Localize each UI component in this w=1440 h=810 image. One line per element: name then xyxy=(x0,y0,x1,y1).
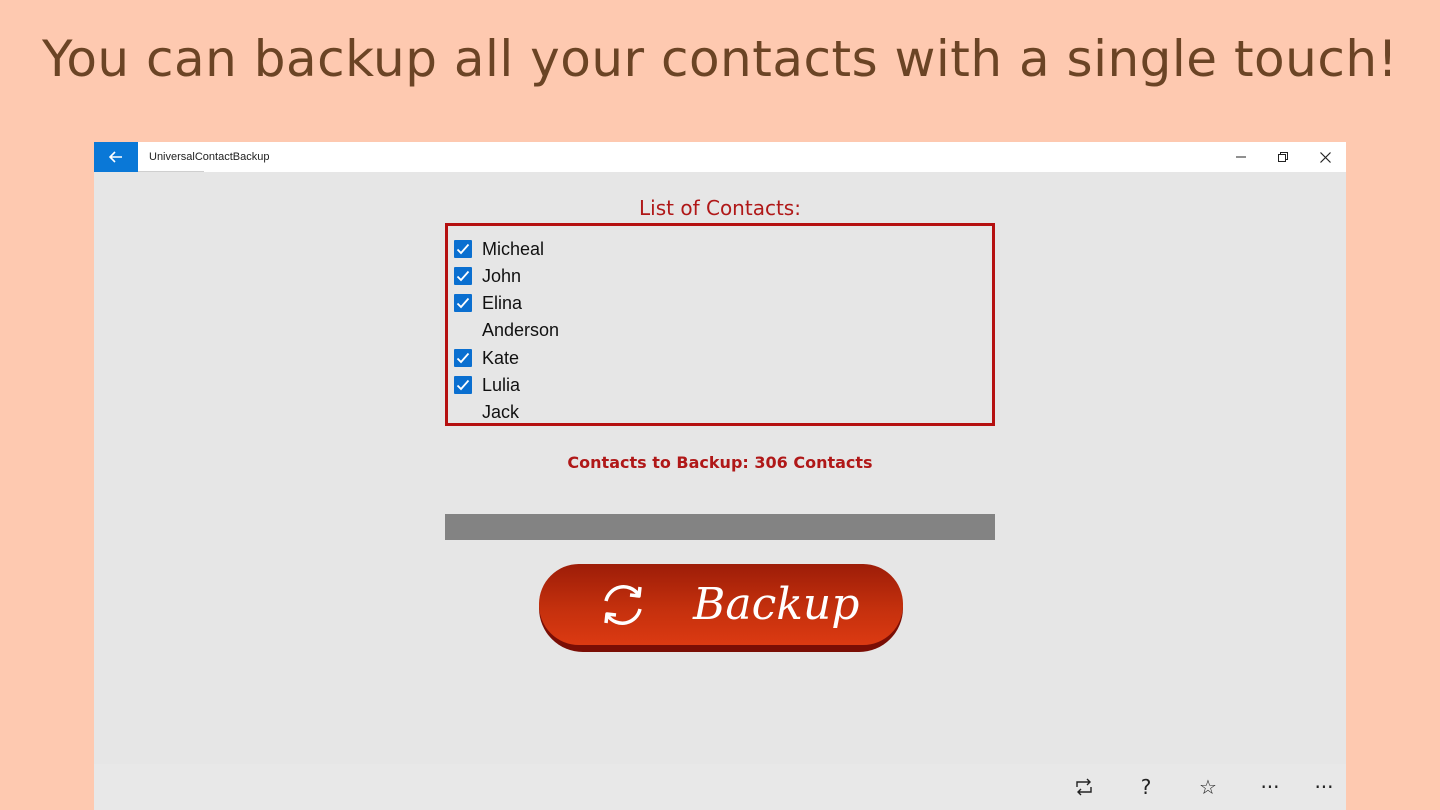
close-button[interactable] xyxy=(1304,142,1346,172)
sync-icon xyxy=(604,584,642,625)
contact-checkbox[interactable] xyxy=(454,240,472,258)
contact-item[interactable]: Lulia xyxy=(454,374,520,396)
contact-checkbox[interactable] xyxy=(454,349,472,367)
contact-item[interactable]: Kate xyxy=(454,347,519,369)
backup-count: Contacts to Backup: 306 Contacts xyxy=(567,453,873,472)
minimize-icon xyxy=(1236,156,1246,158)
contact-checkbox[interactable] xyxy=(454,376,472,394)
star-icon[interactable]: ☆ xyxy=(1178,764,1238,810)
contact-item[interactable]: Jack xyxy=(454,401,519,423)
overflow-icon[interactable]: ··· xyxy=(1294,764,1354,810)
close-icon xyxy=(1319,151,1331,163)
contact-name: Micheal xyxy=(482,238,545,259)
help-icon[interactable]: ? xyxy=(1116,764,1176,810)
arrow-left-icon xyxy=(109,151,122,163)
backup-label: Backup xyxy=(693,579,860,630)
app-title: UniversalContactBackup xyxy=(149,151,270,163)
contact-item[interactable]: John xyxy=(454,265,521,287)
checkmark-icon xyxy=(456,243,470,255)
contacts-heading: List of Contacts: xyxy=(639,196,801,220)
checkmark-icon xyxy=(456,352,470,364)
contact-name: Anderson xyxy=(482,319,560,340)
checkmark-icon xyxy=(456,297,470,309)
headline: You can backup all your contacts with a … xyxy=(41,30,1399,88)
contact-checkbox[interactable] xyxy=(454,294,472,312)
contact-checkbox[interactable] xyxy=(454,321,472,339)
app-window: UniversalContactBackup List of Contacts:… xyxy=(94,142,1346,810)
app-bar: ? ☆ ··· ··· xyxy=(94,764,1346,810)
more-icon[interactable]: ··· xyxy=(1240,764,1300,810)
contact-name: Elina xyxy=(482,292,523,313)
backup-button-face: Backup xyxy=(539,564,903,645)
checkmark-icon xyxy=(456,379,470,391)
contact-name: Lulia xyxy=(482,374,521,395)
restore-icon xyxy=(1278,152,1288,162)
title-underline xyxy=(138,171,204,172)
repeat-icon-glyph xyxy=(1076,778,1092,796)
contacts-list: Micheal John Elina Anderson Kate Lulia Jack xyxy=(445,223,995,426)
contact-item[interactable]: Anderson xyxy=(454,319,559,341)
restore-button[interactable] xyxy=(1262,142,1304,172)
contact-name: John xyxy=(482,265,522,286)
contact-name: Kate xyxy=(482,347,520,368)
contact-checkbox[interactable] xyxy=(454,403,472,421)
contact-name: Jack xyxy=(482,401,520,422)
contact-item[interactable]: Elina xyxy=(454,292,522,314)
checkmark-icon xyxy=(456,270,470,282)
contact-item[interactable]: Micheal xyxy=(454,238,544,260)
progress-bar xyxy=(445,514,995,540)
repeat-icon[interactable] xyxy=(1054,764,1114,810)
back-button[interactable] xyxy=(94,142,138,172)
backup-button[interactable]: Backup xyxy=(539,564,903,652)
minimize-button[interactable] xyxy=(1220,142,1262,172)
title-bar: UniversalContactBackup xyxy=(94,142,1346,172)
contact-checkbox[interactable] xyxy=(454,267,472,285)
